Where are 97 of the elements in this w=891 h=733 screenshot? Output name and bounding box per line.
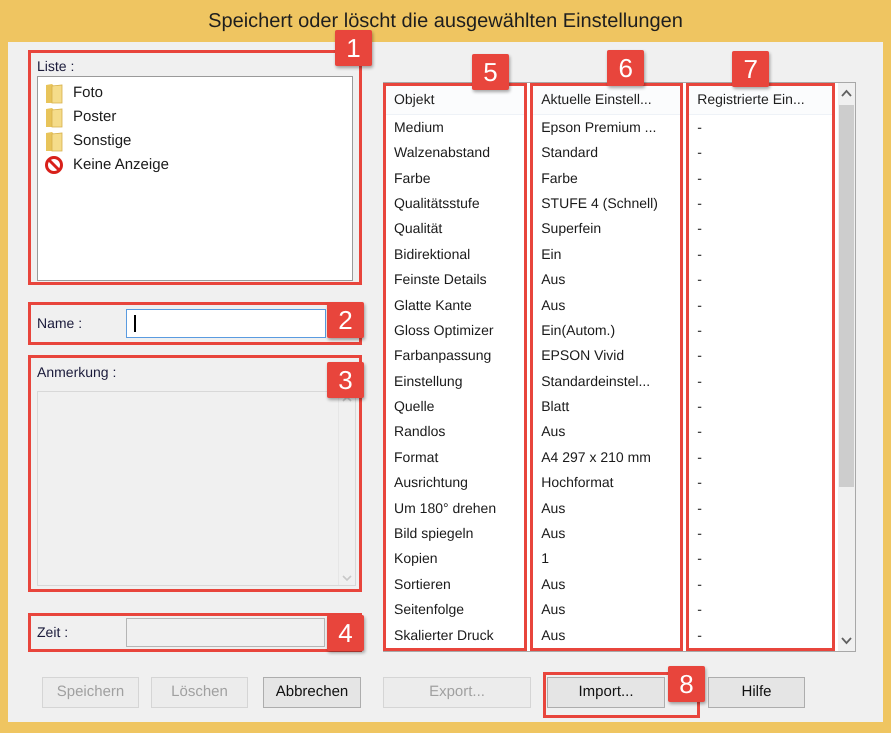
callout-badge: 1 bbox=[335, 30, 372, 66]
name-label: Name : bbox=[37, 314, 84, 333]
table-cell-text: Aus bbox=[540, 270, 566, 290]
list-item[interactable]: Foto bbox=[44, 81, 346, 105]
table-cell-text: - bbox=[696, 244, 703, 264]
text-cursor bbox=[134, 315, 136, 332]
dialog-button[interactable]: Import... bbox=[547, 677, 665, 708]
table-cell-text: Ein(Autom.) bbox=[540, 320, 616, 340]
column-header[interactable]: Registrierte Ein... bbox=[689, 86, 832, 115]
callout-badge: 5 bbox=[472, 54, 509, 90]
table-cell-text: Um 180° drehen bbox=[393, 498, 498, 518]
table-cell-text: Skalierter Druck bbox=[393, 626, 495, 645]
table-cell-text: - bbox=[696, 626, 703, 645]
callout-badge: 3 bbox=[327, 362, 364, 398]
table-cell-text: Quelle bbox=[393, 397, 436, 416]
scroll-down-icon[interactable] bbox=[841, 637, 852, 645]
table-cell-text: STUFE 4 (Schnell) bbox=[540, 194, 659, 213]
column-header[interactable]: Objekt bbox=[386, 86, 524, 115]
table-cell-text: - bbox=[696, 270, 703, 290]
table-cell-text: - bbox=[696, 422, 703, 442]
table-cell-text: Farbe bbox=[393, 168, 432, 188]
note-label: Anmerkung : bbox=[37, 363, 116, 382]
table-cell-text: Ein bbox=[540, 244, 562, 264]
table-cell-text: - bbox=[696, 194, 703, 213]
prohibited-icon bbox=[44, 155, 64, 175]
callout-badge: 7 bbox=[732, 51, 770, 87]
table-cell-text: - bbox=[696, 448, 703, 467]
table-cell-text: Farbanpassung bbox=[393, 346, 492, 366]
table-cell-text: Aus bbox=[540, 498, 566, 518]
table-cell-text: 1 bbox=[540, 549, 550, 568]
table-cell-text: - bbox=[696, 118, 703, 137]
callout-badge: 4 bbox=[327, 615, 364, 651]
scroll-down-icon bbox=[342, 575, 352, 582]
name-field[interactable] bbox=[126, 309, 326, 338]
folder-icon bbox=[44, 130, 64, 152]
table-cell-text: Medium bbox=[393, 118, 445, 137]
table-cell-text: Format bbox=[393, 448, 440, 467]
scroll-up-icon bbox=[342, 395, 352, 402]
scroll-thumb[interactable] bbox=[839, 105, 854, 487]
table-cell-text: Glatte Kante bbox=[393, 296, 473, 315]
callout-badge: 8 bbox=[668, 666, 705, 702]
table-cell-text: Bidirektional bbox=[393, 244, 472, 264]
table-cell-text: A4 297 x 210 mm bbox=[540, 448, 652, 467]
table-cell-text: Aus bbox=[540, 524, 566, 544]
table-cell-text: Hochformat bbox=[540, 473, 615, 492]
column-header[interactable]: Aktuelle Einstell... bbox=[533, 86, 680, 115]
table-cell-text: Standard bbox=[540, 143, 600, 162]
table-cell-text: Superfein bbox=[540, 219, 602, 238]
table-cell-text: Farbe bbox=[540, 168, 579, 188]
table-cell-text: Bild spiegeln bbox=[393, 524, 474, 544]
table-cell-text: Feinste Details bbox=[393, 270, 488, 290]
table-cell-text: - bbox=[696, 372, 703, 391]
table-cell-text: Standardeinstel... bbox=[540, 372, 652, 391]
table-cell-text: Walzenabstand bbox=[393, 143, 491, 162]
time-label: Zeit : bbox=[37, 623, 70, 642]
table-cell-text: - bbox=[696, 397, 703, 416]
table-cell-text: - bbox=[696, 574, 703, 594]
folder-icon bbox=[44, 106, 64, 128]
table-cell-text: Gloss Optimizer bbox=[393, 320, 495, 340]
table-cell-text: - bbox=[696, 473, 703, 492]
table-cell-text: - bbox=[696, 320, 703, 340]
callout-badge: 2 bbox=[327, 302, 364, 338]
table-cell-text: - bbox=[696, 524, 703, 544]
list-item[interactable]: Keine Anzeige bbox=[44, 153, 346, 177]
table-cell-text: Einstellung bbox=[393, 372, 464, 391]
table-cell-text: - bbox=[696, 143, 703, 162]
table-cell-text: Sortieren bbox=[393, 574, 452, 594]
list-item[interactable]: Poster bbox=[44, 105, 346, 129]
table-cell-text: - bbox=[696, 600, 703, 620]
dialog-button[interactable]: Abbrechen bbox=[263, 677, 361, 708]
table-cell-text: Aus bbox=[540, 600, 566, 620]
callout-badge: 6 bbox=[607, 50, 644, 86]
table-cell-text: Aus bbox=[540, 296, 566, 315]
table-cell-text: Ausrichtung bbox=[393, 473, 469, 492]
table-cell-text: Seitenfolge bbox=[393, 600, 466, 620]
list-item[interactable]: Sonstige bbox=[44, 129, 346, 153]
table-cell-text: Randlos bbox=[393, 422, 446, 442]
table-cell-text: Aus bbox=[540, 626, 566, 645]
list-label: Liste : bbox=[37, 57, 76, 76]
table-cell-text: - bbox=[696, 346, 703, 366]
table-cell-text: Blatt bbox=[540, 397, 570, 416]
table-cell-text: Qualität bbox=[393, 219, 444, 238]
table-cell-text: - bbox=[696, 296, 703, 315]
table-cell-text: Epson Premium ... bbox=[540, 118, 658, 137]
table-cell-text: - bbox=[696, 498, 703, 518]
table-cell-text: - bbox=[696, 549, 703, 568]
scroll-up-icon[interactable] bbox=[841, 89, 852, 97]
scrollbar[interactable] bbox=[838, 83, 855, 651]
table-cell-text: Kopien bbox=[393, 549, 439, 568]
table-cell-text: EPSON Vivid bbox=[540, 346, 626, 366]
folder-icon bbox=[44, 82, 64, 104]
table-cell-text: - bbox=[696, 219, 703, 238]
table-cell-text: - bbox=[696, 168, 703, 188]
table-cell-text: Aus bbox=[540, 422, 566, 442]
dialog-button[interactable]: Hilfe bbox=[708, 677, 805, 708]
table-cell-text: Aus bbox=[540, 574, 566, 594]
table-cell-text: Qualitätsstufe bbox=[393, 194, 481, 213]
